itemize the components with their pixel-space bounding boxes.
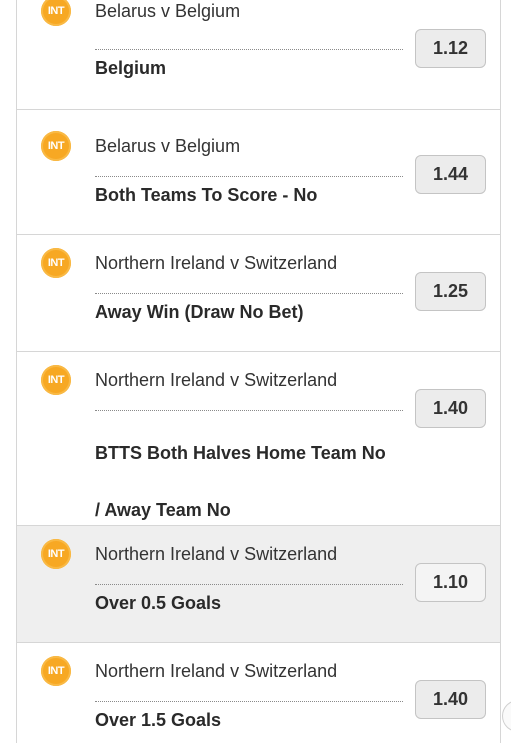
bet-list: INT Belarus v Belgium Belgium 1.12 INT B… xyxy=(16,0,501,743)
odds-button[interactable]: 1.12 xyxy=(415,29,486,68)
match-name: Belarus v Belgium xyxy=(95,136,241,156)
bet-row[interactable]: INT Northern Ireland v Switzerland Over … xyxy=(17,526,500,643)
competition-badge-icon: INT xyxy=(41,656,71,686)
divider xyxy=(95,410,403,411)
competition-badge-icon: INT xyxy=(41,365,71,395)
bet-row[interactable]: INT Belarus v Belgium Belgium 1.12 xyxy=(17,0,500,110)
divider xyxy=(95,293,403,294)
divider xyxy=(95,701,403,702)
bet-row[interactable]: INT Northern Ireland v Switzerland Away … xyxy=(17,235,500,352)
divider xyxy=(95,49,403,50)
bet-row[interactable]: INT Northern Ireland v Switzerland Over … xyxy=(17,643,500,743)
selection-name: Over 1.5 Goals xyxy=(95,710,222,730)
competition-badge-icon: INT xyxy=(41,131,71,161)
odds-button[interactable]: 1.10 xyxy=(415,563,486,602)
bet-row[interactable]: INT Northern Ireland v Switzerland BTTS … xyxy=(17,352,500,526)
bet-row[interactable]: INT Belarus v Belgium Both Teams To Scor… xyxy=(17,118,500,235)
selection-name: Belgium xyxy=(95,58,167,78)
odds-button[interactable]: 1.40 xyxy=(415,389,486,428)
selection-name: BTTS Both Halves Home Team No / Away Tea… xyxy=(95,443,386,520)
selection-name: Over 0.5 Goals xyxy=(95,593,222,613)
floating-action-button[interactable] xyxy=(502,700,511,732)
competition-badge-icon: INT xyxy=(41,539,71,569)
divider xyxy=(95,176,403,177)
odds-button[interactable]: 1.40 xyxy=(415,680,486,719)
selection-name: Away Win (Draw No Bet) xyxy=(95,302,304,322)
match-name: Northern Ireland v Switzerland xyxy=(95,253,338,273)
divider xyxy=(95,584,403,585)
odds-button[interactable]: 1.25 xyxy=(415,272,486,311)
match-name: Northern Ireland v Switzerland xyxy=(95,544,338,564)
match-name: Northern Ireland v Switzerland xyxy=(95,370,338,390)
competition-badge-icon: INT xyxy=(41,0,71,26)
selection-name: Both Teams To Score - No xyxy=(95,185,318,205)
match-name: Northern Ireland v Switzerland xyxy=(95,661,338,681)
competition-badge-icon: INT xyxy=(41,248,71,278)
odds-button[interactable]: 1.44 xyxy=(415,155,486,194)
match-name: Belarus v Belgium xyxy=(95,1,241,21)
